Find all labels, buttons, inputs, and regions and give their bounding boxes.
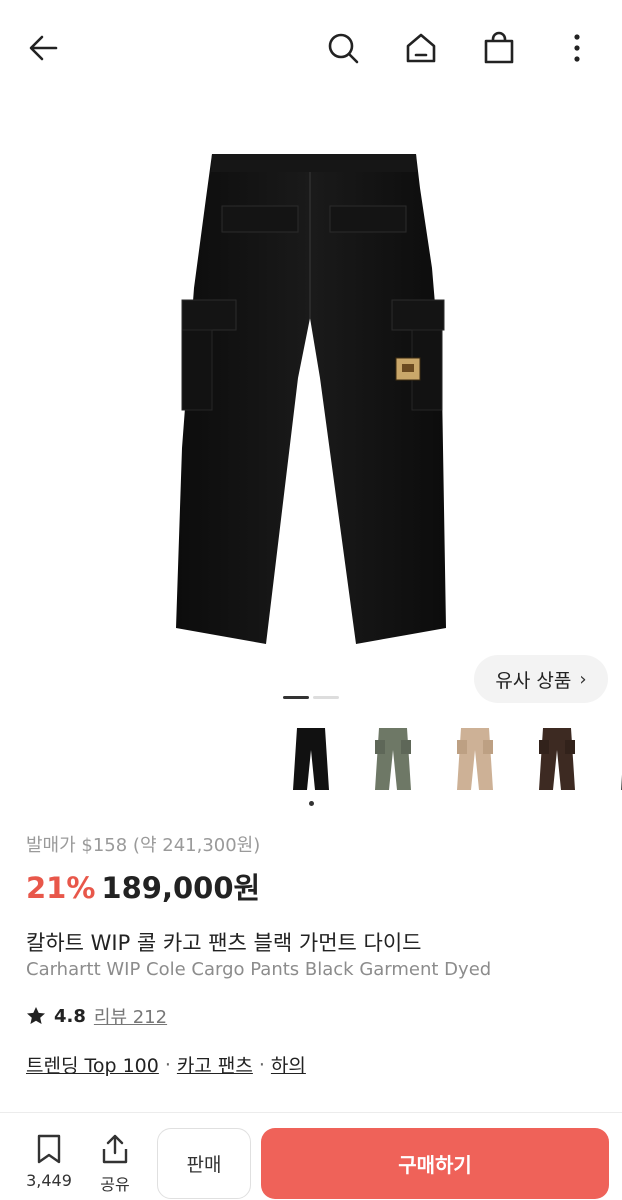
breadcrumb-separator: · [258,1053,265,1076]
buy-button[interactable]: 구매하기 [261,1128,609,1199]
color-thumb-beige[interactable] [442,720,508,798]
color-thumb-green[interactable] [360,720,426,798]
share-button[interactable]: 공유 [90,1133,140,1195]
sell-button[interactable]: 판매 [157,1128,251,1199]
pants-thumbnail [293,728,329,790]
product-image-carousel[interactable] [0,96,622,716]
rating: 4.8 리뷰 212 [26,1003,167,1029]
pants-thumbnail [457,728,493,790]
color-thumb-black[interactable] [278,720,344,798]
similar-products-button[interactable]: 유사 상품 › [474,655,608,703]
selected-color-indicator [309,801,314,806]
sale-price: 189,000원 [101,871,261,905]
color-thumb-brown[interactable] [524,720,590,798]
pants-thumbnail [539,728,575,790]
more-vertical-icon [574,34,580,62]
share-icon [102,1134,128,1164]
search-button[interactable] [321,26,365,70]
search-icon [328,33,359,64]
shopping-bag-icon [484,31,514,64]
category-cargo-pants[interactable]: 카고 팬츠 [177,1051,253,1078]
bookmark-icon [37,1134,61,1164]
category-breadcrumb: 트렌딩 Top 100 · 카고 팬츠 · 하의 [26,1051,306,1078]
chevron-right-icon: › [579,668,587,690]
reviews-link[interactable]: 리뷰 212 [94,1003,167,1029]
release-price: 발매가 $158 (약 241,300원) [26,835,261,856]
cart-button[interactable] [477,26,521,70]
arrow-left-icon [29,35,58,61]
star-icon [27,1007,45,1024]
top-bar [0,0,622,96]
breadcrumb-separator: · [164,1053,171,1076]
carousel-dot [283,696,309,699]
product-subtitle: Carhartt WIP Cole Cargo Pants Black Garm… [26,959,492,980]
rating-score: 4.8 [54,1005,86,1027]
carousel-indicator [283,696,339,699]
product-image [176,154,446,644]
save-count: 3,449 [26,1171,72,1190]
similar-products-label: 유사 상품 [495,669,572,692]
color-options [272,720,622,810]
category-trending[interactable]: 트렌딩 Top 100 [26,1051,159,1078]
color-thumb-grey[interactable] [606,720,622,798]
save-button[interactable]: 3,449 [22,1133,76,1190]
home-button[interactable] [399,26,443,70]
bottom-action-bar: 3,449 공유 판매 구매하기 [0,1112,622,1200]
back-button[interactable] [22,26,66,70]
carousel-dot [313,696,339,699]
product-title: 칼하트 WIP 콜 카고 팬츠 블랙 가먼트 다이드 [26,931,422,955]
category-bottoms[interactable]: 하의 [271,1051,306,1078]
pants-thumbnail [375,728,411,790]
discount-rate: 21% [26,871,96,905]
more-button[interactable] [555,26,599,70]
share-label: 공유 [100,1175,130,1194]
home-icon [406,33,436,63]
price-row: 21% 189,000원 [26,865,260,907]
